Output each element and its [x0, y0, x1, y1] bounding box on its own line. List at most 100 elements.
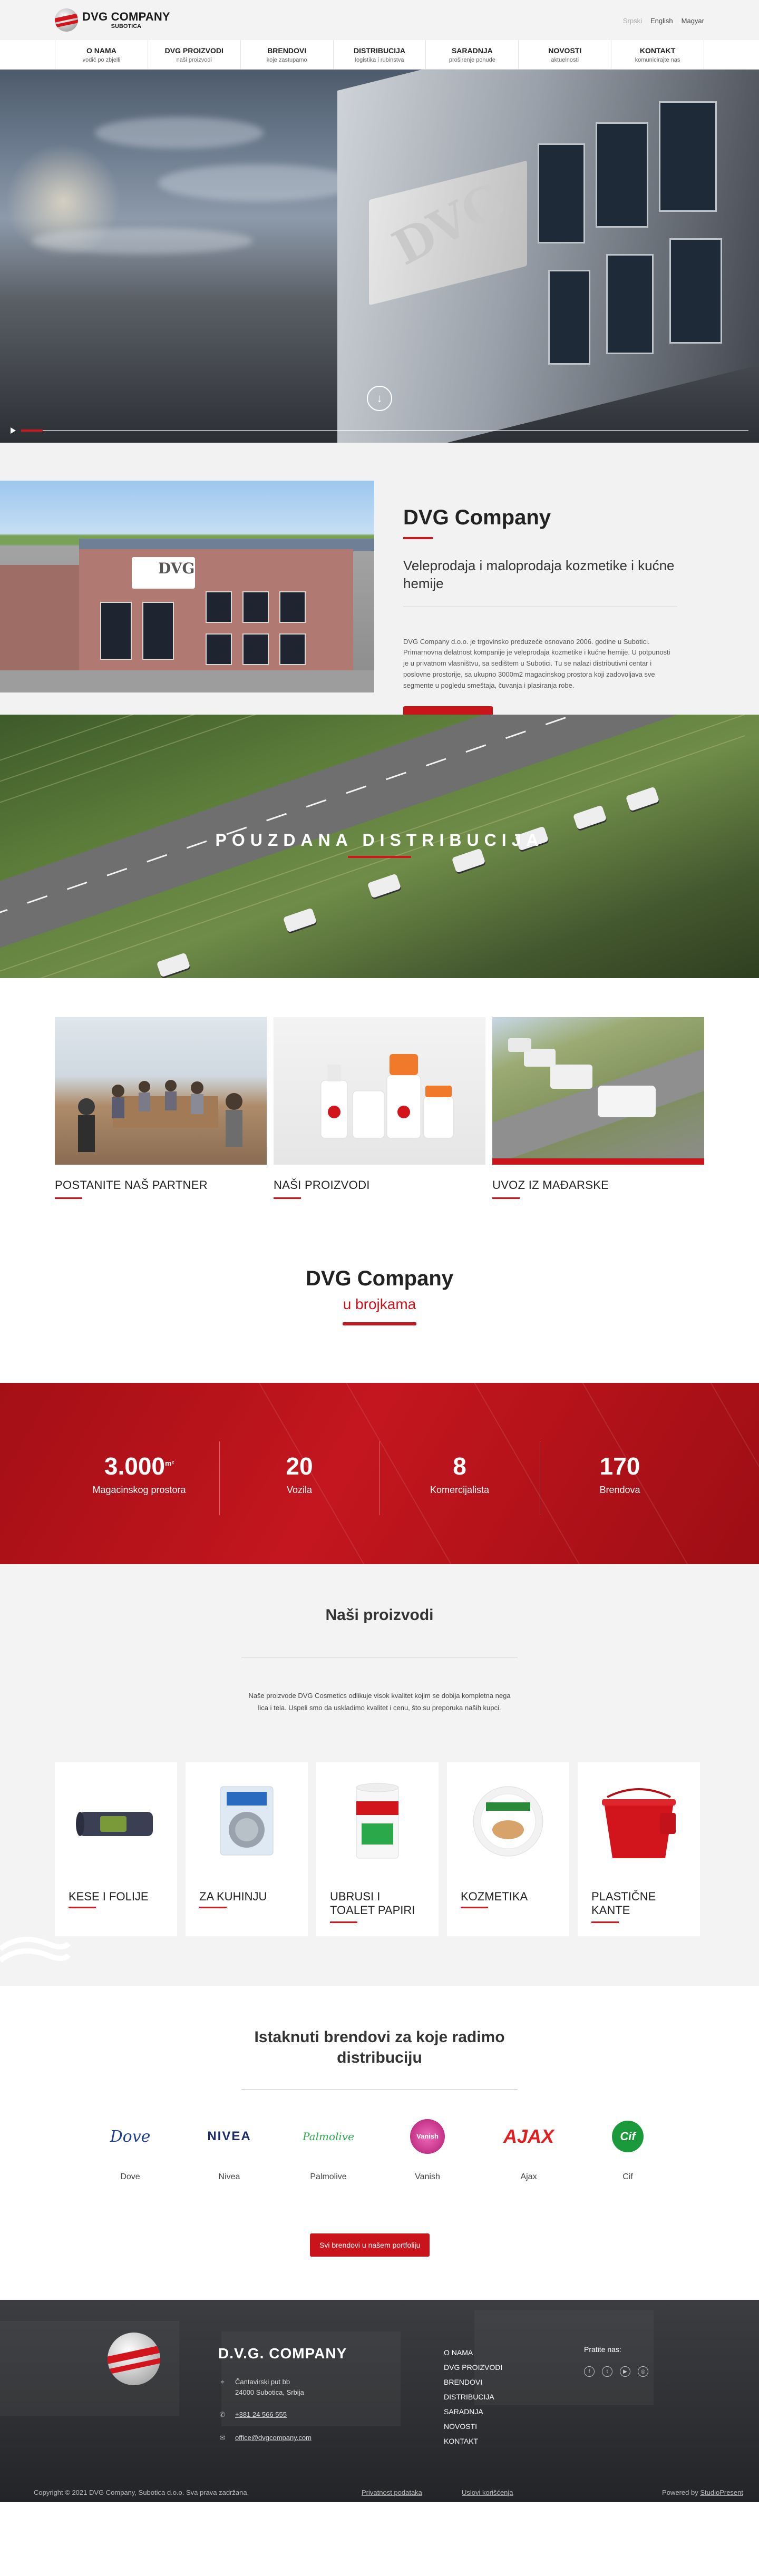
- title-underline: [403, 537, 433, 539]
- powered-by-link[interactable]: StudioPresent: [700, 2489, 743, 2496]
- card-import[interactable]: UVOZ IZ MAĐARSKE: [492, 1017, 704, 1199]
- delivery-van: [451, 848, 486, 873]
- facebook-icon[interactable]: f: [584, 2366, 595, 2377]
- all-brands-button[interactable]: Svi brendovi u našem portfoliju: [310, 2233, 430, 2257]
- building-window: [548, 270, 590, 365]
- card-partner[interactable]: POSTANITE NAŠ PARTNER: [55, 1017, 267, 1199]
- distribution-banner[interactable]: POUZDANA DISTRIBUCIJA: [0, 715, 759, 978]
- card-label: UVOZ IZ MAĐARSKE: [492, 1178, 609, 1192]
- stat-value: 3.000m²: [104, 1452, 174, 1480]
- logo-emblem-icon: [55, 8, 78, 32]
- footer-link-saradnja[interactable]: SARADNJA: [444, 2404, 502, 2419]
- play-icon[interactable]: [11, 427, 16, 434]
- divider: [241, 2089, 518, 2090]
- product-label: PLASTIČNE KANTE: [591, 1890, 656, 1917]
- footer-link-kontakt[interactable]: KONTAKT: [444, 2434, 502, 2448]
- brand-nivea[interactable]: NIVEA Nivea: [195, 2121, 264, 2182]
- product-card-bags[interactable]: KESE I FOLIJE: [55, 1762, 177, 1936]
- label-underline: [55, 1197, 82, 1199]
- footer-link-distribucija[interactable]: DISTRIBUCIJA: [444, 2389, 502, 2404]
- brand-vanish[interactable]: Vanish Vanish: [393, 2119, 462, 2182]
- stats-band: 3.000m² Magacinskog prostora 20 Vozila 8…: [0, 1383, 759, 1564]
- nav-item-saradnja[interactable]: SARADNJA proširenje ponude: [425, 40, 518, 69]
- product-label: KOZMETIKA: [461, 1890, 528, 1903]
- brand-dove[interactable]: Dove Dove: [96, 2121, 164, 2182]
- nav-item-title: O NAMA: [86, 46, 116, 55]
- card-products[interactable]: NAŠI PROIZVODI: [274, 1017, 485, 1199]
- nav-item-title: DISTRIBUCIJA: [354, 46, 406, 55]
- stat-sales-reps: 8 Komercijalista: [380, 1441, 540, 1515]
- language-srpski[interactable]: Srpski: [623, 17, 642, 25]
- stat-value: 170: [599, 1452, 640, 1480]
- brand-palmolive[interactable]: Palmolive Palmolive: [294, 2121, 363, 2182]
- footer-link-brendovi[interactable]: BRENDOVI: [444, 2375, 502, 2389]
- phone-link[interactable]: +381 24 566 555: [235, 2409, 287, 2420]
- label-underline: [274, 1197, 301, 1199]
- instagram-icon[interactable]: ◎: [638, 2366, 648, 2377]
- product-card-paper[interactable]: UBRUSI I TOALET PAPIRI: [316, 1762, 439, 1936]
- numbers-heading: DVG Company u brojkama: [0, 1229, 759, 1383]
- hero-video[interactable]: DVG ↓: [0, 70, 759, 443]
- meeting-photo: [55, 1017, 267, 1165]
- site-logo[interactable]: DVG COMPANY SUBOTICA: [55, 8, 170, 32]
- stat-brands: 170 Brendova: [540, 1441, 700, 1515]
- product-card-buckets[interactable]: PLASTIČNE KANTE: [578, 1762, 700, 1936]
- language-magyar[interactable]: Magyar: [682, 17, 704, 25]
- feature-cards: POSTANITE NAŠ PARTNER NAŠI PROIZVODI UVO…: [0, 978, 759, 1229]
- title-underline: [343, 1322, 416, 1325]
- building-window: [669, 238, 722, 344]
- nav-item-dvg-proizvodi[interactable]: DVG PROIZVODI naši proizvodi: [147, 40, 240, 69]
- nav-item-distribucija[interactable]: DISTRIBUCIJA logistika i rubinstva: [333, 40, 426, 69]
- title-underline: [348, 856, 411, 858]
- product-card-cosmetics[interactable]: KOZMETIKA: [447, 1762, 569, 1936]
- privacy-link[interactable]: Privatnost podataka: [362, 2489, 422, 2496]
- nav-item-title: NOVOSTI: [548, 46, 582, 55]
- powered-by: Powered by StudioPresent: [662, 2489, 743, 2496]
- footer-link-novosti[interactable]: NOVOSTI: [444, 2419, 502, 2434]
- phone-icon: ✆: [219, 2411, 226, 2418]
- location-pin-icon: ⌖: [220, 2378, 225, 2386]
- products-section: Naši proizvodi Naše proizvode DVG Cosmet…: [0, 1564, 759, 1986]
- building-window: [606, 254, 654, 354]
- nav-item-subtitle: proširenje ponude: [449, 57, 495, 63]
- nav-item-kontakt[interactable]: KONTAKT komunicirajte nas: [611, 40, 705, 69]
- product-card-kitchen[interactable]: ZA KUHINJU: [186, 1762, 308, 1936]
- youtube-icon[interactable]: ▶: [620, 2366, 630, 2377]
- delivery-van: [572, 805, 607, 830]
- stat-label: Magacinskog prostora: [92, 1484, 186, 1495]
- label-underline: [69, 1907, 96, 1908]
- twitter-icon[interactable]: t: [602, 2366, 612, 2377]
- nav-item-title: DVG PROIZVODI: [164, 46, 223, 55]
- nav-item-brendovi[interactable]: BRENDOVI koje zastupamo: [240, 40, 333, 69]
- products-paragraph: Naše proizvode DVG Cosmetics odlikuje vi…: [248, 1692, 511, 1712]
- label-underline: [591, 1921, 619, 1923]
- building-window: [596, 122, 648, 228]
- nav-item-o-nama[interactable]: O NAMA vodič po zbjelli: [55, 40, 148, 69]
- scroll-down-button[interactable]: ↓: [367, 386, 392, 411]
- email-link[interactable]: office@dvgcompany.com: [235, 2433, 312, 2443]
- video-progress-bar[interactable]: [21, 430, 748, 432]
- powered-by-prefix: Powered by: [662, 2488, 698, 2496]
- nav-item-novosti[interactable]: NOVOSTI aktuelnosti: [518, 40, 611, 69]
- address-line-1: Čantavirski put bb: [235, 2378, 290, 2386]
- brand-cif[interactable]: Cif Cif: [593, 2121, 662, 2182]
- paper-image: [330, 1781, 425, 1860]
- language-english[interactable]: English: [650, 17, 673, 25]
- brands-section: Istaknuti brendovi za koje radimo distri…: [0, 1986, 759, 2300]
- delivery-van: [367, 873, 402, 899]
- bucket-image: [591, 1781, 686, 1860]
- footer-link-o-nama[interactable]: O NAMA: [444, 2345, 502, 2360]
- card-label: NAŠI PROIZVODI: [274, 1178, 370, 1192]
- copyright: Copyright © 2021 DVG Company, Subotica d…: [34, 2488, 249, 2496]
- nivea-logo: NIVEA: [207, 2129, 251, 2143]
- brand-name: Cif: [622, 2172, 633, 2181]
- stat-label: Komercijalista: [430, 1484, 490, 1495]
- footer-link-dvg-proizvodi[interactable]: DVG PROIZVODI: [444, 2360, 502, 2375]
- building-window: [538, 143, 585, 243]
- brand-ajax[interactable]: AJAX Ajax: [494, 2121, 563, 2182]
- mail-icon: ✉: [219, 2434, 226, 2442]
- vans-photo: [492, 1017, 704, 1165]
- language-switcher: Srpski English Magyar: [623, 17, 704, 25]
- terms-link[interactable]: Uslovi korišćenja: [462, 2489, 513, 2496]
- stat-label: Brendova: [599, 1484, 640, 1495]
